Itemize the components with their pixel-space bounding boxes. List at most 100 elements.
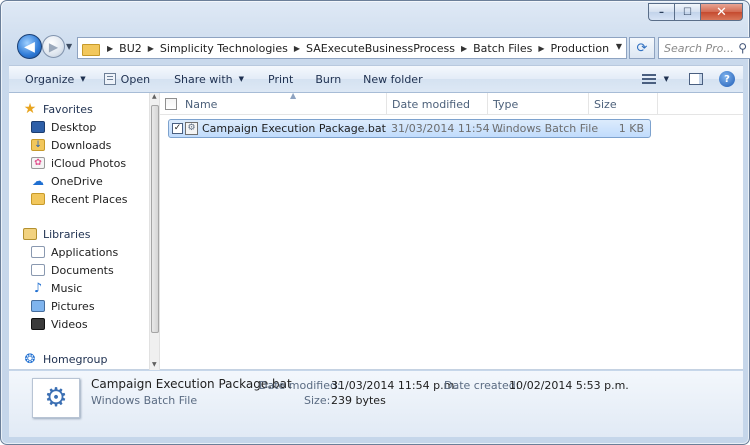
change-view-icon[interactable] xyxy=(641,74,656,84)
column-header-name[interactable]: Name ▲ xyxy=(180,91,387,115)
scroll-up-icon[interactable]: ▲ xyxy=(152,93,157,100)
sidebar-item-onedrive[interactable]: ☁ OneDrive xyxy=(31,172,103,190)
breadcrumb-simplicity-technologies[interactable]: Simplicity Technologies xyxy=(160,42,288,55)
downloads-icon: ↓ xyxy=(31,139,45,151)
print-button[interactable]: Print xyxy=(254,66,303,92)
sidebar-item-downloads[interactable]: ↓ Downloads xyxy=(31,136,111,154)
maximize-button[interactable]: ☐ xyxy=(674,3,700,21)
sidebar-item-documents[interactable]: Documents xyxy=(31,261,114,279)
minimize-button[interactable]: – xyxy=(648,3,674,21)
file-type: Windows Batch File xyxy=(492,122,599,135)
breadcrumb-bu2[interactable]: BU2 xyxy=(119,42,142,55)
sidebar-item-label: Music xyxy=(51,281,83,295)
share-with-button[interactable]: Share with ▼ xyxy=(160,66,254,92)
recent-pages-dropdown[interactable]: ▼ xyxy=(66,42,72,51)
sidebar-item-videos[interactable]: Videos xyxy=(31,315,88,333)
navigation-pane[interactable]: ★ Favorites Desktop ↓ Downloads ✿ iCloud… xyxy=(9,93,149,370)
burn-button[interactable]: Burn xyxy=(303,66,351,92)
details-date-modified-value: 31/03/2014 11:54 p.m. xyxy=(331,379,458,392)
sidebar-item-label: OneDrive xyxy=(51,174,103,188)
desktop-icon xyxy=(31,121,45,133)
star-icon: ★ xyxy=(23,101,37,117)
details-pane: ⚙ Campaign Execution Package.bat Windows… xyxy=(9,371,743,437)
search-input[interactable]: Search Pro... ⚲ xyxy=(658,37,750,59)
documents-icon xyxy=(31,264,45,276)
row-checkbox[interactable]: ✓ xyxy=(172,123,183,134)
sort-ascending-icon: ▲ xyxy=(290,91,297,100)
explorer-window: – ☐ ✕ ◀ ▶ ▼ ▶ BU2 ▶ Simplicity Technolog… xyxy=(0,0,750,445)
onedrive-icon: ☁ xyxy=(32,174,44,188)
open-label: Open xyxy=(120,72,151,86)
window-controls: – ☐ ✕ xyxy=(648,3,743,21)
sidebar-item-applications[interactable]: Applications xyxy=(31,243,118,261)
new-folder-label: New folder xyxy=(363,72,423,86)
scrollbar-thumb[interactable] xyxy=(151,105,159,333)
organize-label: Organize xyxy=(25,72,75,86)
file-list[interactable]: Name ▲ Date modified Type Size ✓ ⚙ Campa… xyxy=(160,91,743,370)
back-button[interactable]: ◀ xyxy=(17,34,42,59)
help-icon[interactable]: ? xyxy=(719,71,735,87)
search-icon[interactable]: ⚲ xyxy=(738,41,747,55)
details-date-created-value: 10/02/2014 5:53 p.m. xyxy=(509,379,629,392)
refresh-button[interactable]: ⟳ xyxy=(629,37,655,59)
pictures-icon xyxy=(31,300,45,312)
column-label: Date modified xyxy=(392,97,470,111)
homegroup-icon: ❂ xyxy=(24,351,36,367)
column-header-row: Name ▲ Date modified Type Size xyxy=(160,91,743,115)
chevron-down-icon: ▼ xyxy=(238,75,245,83)
scroll-down-icon[interactable]: ▼ xyxy=(152,361,157,368)
details-size-label: Size: xyxy=(304,394,331,407)
sidebar-item-pictures[interactable]: Pictures xyxy=(31,297,95,315)
music-icon: ♪ xyxy=(33,280,43,296)
address-bar[interactable]: ▶ BU2 ▶ Simplicity Technologies ▶ SAExec… xyxy=(77,37,627,59)
address-dropdown-icon[interactable]: ▼ xyxy=(616,42,622,51)
sidebar-group-label: Homegroup xyxy=(43,352,108,366)
open-button[interactable]: Open xyxy=(96,66,160,92)
breadcrumb-separator[interactable]: ▶ xyxy=(294,44,300,53)
breadcrumb-batch-files[interactable]: Batch Files xyxy=(473,42,532,55)
chevron-down-icon[interactable]: ▼ xyxy=(664,75,669,83)
preview-pane-icon[interactable] xyxy=(689,73,703,85)
sidebar-group-label: Libraries xyxy=(43,227,91,241)
forward-button[interactable]: ▶ xyxy=(42,35,65,58)
column-header-date-modified[interactable]: Date modified xyxy=(387,93,488,115)
file-name: Campaign Execution Package.bat xyxy=(202,122,386,135)
breadcrumb-separator[interactable]: ▶ xyxy=(148,44,154,53)
select-all-checkbox[interactable] xyxy=(165,98,177,110)
breadcrumb-separator[interactable]: ▶ xyxy=(107,44,113,53)
sidebar-item-recent-places[interactable]: Recent Places xyxy=(31,190,128,208)
navigation-pane-scrollbar[interactable]: ▲ ▼ xyxy=(149,93,160,370)
details-file-type: Windows Batch File xyxy=(91,394,198,407)
sidebar-item-desktop[interactable]: Desktop xyxy=(31,118,96,136)
sidebar-group-favorites[interactable]: ★ Favorites xyxy=(23,100,93,118)
sidebar-item-icloud-photos[interactable]: ✿ iCloud Photos xyxy=(31,154,126,172)
sidebar-item-label: Recent Places xyxy=(51,192,128,206)
column-header-type[interactable]: Type xyxy=(488,93,589,115)
file-row[interactable]: ✓ ⚙ Campaign Execution Package.bat 31/03… xyxy=(168,119,651,138)
print-label: Print xyxy=(268,72,294,86)
breadcrumb-separator[interactable]: ▶ xyxy=(538,44,544,53)
breadcrumb-production[interactable]: Production xyxy=(551,42,610,55)
sidebar-item-label: Pictures xyxy=(51,299,95,313)
sidebar-item-label: Documents xyxy=(51,263,114,277)
details-size-value: 239 bytes xyxy=(331,394,386,407)
toolbar-right-group: ▼ ? xyxy=(641,66,735,92)
column-label: Type xyxy=(493,97,519,111)
breadcrumb-separator[interactable]: ▶ xyxy=(461,44,467,53)
sidebar-item-label: iCloud Photos xyxy=(51,156,127,170)
sidebar-group-libraries[interactable]: Libraries xyxy=(23,225,91,243)
column-label: Name xyxy=(185,97,218,111)
sidebar-group-homegroup[interactable]: ❂ Homegroup xyxy=(23,350,108,368)
command-bar: Organize ▼ Open Share with ▼ Print Burn … xyxy=(9,65,743,93)
navigation-bar: ◀ ▶ ▼ ▶ BU2 ▶ Simplicity Technologies ▶ … xyxy=(17,34,750,62)
column-header-size[interactable]: Size xyxy=(589,93,658,115)
videos-icon xyxy=(31,318,45,330)
new-folder-button[interactable]: New folder xyxy=(351,66,432,92)
breadcrumb-saexecutebusinessprocess[interactable]: SAExecuteBusinessProcess xyxy=(306,42,455,55)
details-date-modified-label: Date modified: xyxy=(259,379,341,392)
organize-button[interactable]: Organize ▼ xyxy=(9,66,96,92)
sidebar-item-music[interactable]: ♪ Music xyxy=(31,279,82,297)
search-placeholder: Search Pro... xyxy=(664,41,734,55)
close-button[interactable]: ✕ xyxy=(700,3,743,21)
folder-icon xyxy=(82,42,100,56)
